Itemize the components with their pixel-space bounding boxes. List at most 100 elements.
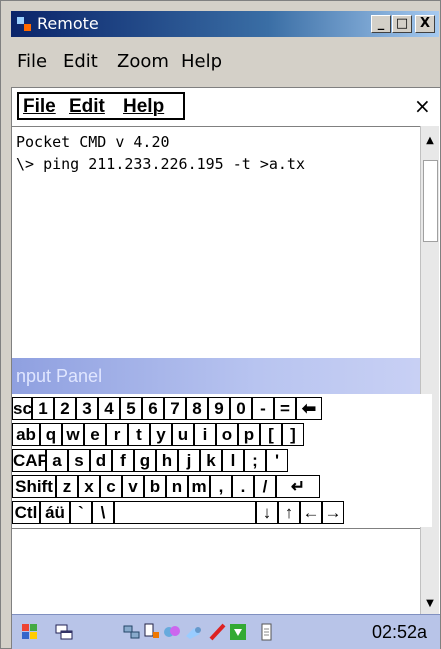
key-equals[interactable]: = — [274, 397, 296, 420]
keyboard-row-3: CAP a s d f g h j k l ; ' — [12, 448, 432, 473]
key-8[interactable]: 8 — [186, 397, 208, 420]
scroll-thumb[interactable] — [423, 160, 438, 242]
key-q[interactable]: q — [40, 423, 62, 446]
key-arrow-left[interactable]: ← — [300, 501, 322, 524]
key-6[interactable]: 6 — [142, 397, 164, 420]
key-quote[interactable]: ' — [266, 449, 288, 472]
key-x[interactable]: x — [78, 475, 100, 498]
key-o[interactable]: o — [216, 423, 238, 446]
window-menubar: File Edit Zoom Help — [11, 45, 439, 73]
start-flag-icon[interactable] — [20, 622, 40, 642]
key-y[interactable]: y — [150, 423, 172, 446]
key-space[interactable] — [114, 501, 256, 524]
key-shift[interactable]: Shift — [12, 475, 56, 498]
remote-window: Remote _ □ X File Edit Zoom Help File Ed… — [0, 0, 441, 649]
key-l[interactable]: l — [222, 449, 244, 472]
windows-icon[interactable] — [54, 622, 74, 642]
key-arrow-down[interactable]: ↓ — [256, 501, 278, 524]
key-n[interactable]: n — [166, 475, 188, 498]
key-international[interactable]: áü — [40, 501, 70, 524]
key-f[interactable]: f — [112, 449, 134, 472]
scroll-down-icon[interactable]: ▼ — [421, 594, 439, 614]
key-i[interactable]: i — [194, 423, 216, 446]
key-backspace[interactable]: ⬅ — [296, 397, 322, 420]
title-bar[interactable]: Remote _ □ X — [11, 11, 439, 37]
key-w[interactable]: w — [62, 423, 84, 446]
keyboard-row-4: Shift z x c v b n m , . / ↵ — [12, 474, 432, 499]
vertical-scrollbar[interactable]: ▲ ▼ — [420, 126, 439, 614]
key-e[interactable]: e — [84, 423, 106, 446]
key-7[interactable]: 7 — [164, 397, 186, 420]
key-open-bracket[interactable]: [ — [260, 423, 282, 446]
key-minus[interactable]: - — [252, 397, 274, 420]
menu-help[interactable]: Help — [181, 51, 222, 72]
key-period[interactable]: . — [232, 475, 254, 498]
key-z[interactable]: z — [56, 475, 78, 498]
pen-icon[interactable] — [208, 622, 228, 642]
key-comma[interactable]: , — [210, 475, 232, 498]
paint-icon[interactable] — [184, 622, 204, 642]
scroll-up-icon[interactable]: ▲ — [421, 126, 439, 156]
clock[interactable]: 02:52a — [372, 622, 427, 643]
key-b[interactable]: b — [144, 475, 166, 498]
key-3[interactable]: 3 — [76, 397, 98, 420]
key-semicolon[interactable]: ; — [244, 449, 266, 472]
device-menu-box: File Edit Help — [17, 92, 185, 120]
device-close-icon[interactable]: × — [414, 94, 431, 118]
device-menu-help[interactable]: Help — [123, 96, 164, 118]
network-icon[interactable] — [122, 622, 142, 642]
key-a[interactable]: a — [46, 449, 68, 472]
device-menu-edit[interactable]: Edit — [69, 96, 105, 118]
key-ctrl[interactable]: Ctl — [12, 501, 40, 524]
key-0[interactable]: 0 — [230, 397, 252, 420]
download-icon[interactable] — [228, 622, 248, 642]
window-title: Remote — [37, 14, 99, 33]
menu-file[interactable]: File — [17, 51, 47, 72]
key-caps[interactable]: CAP — [12, 449, 46, 472]
minimize-button[interactable]: _ — [371, 15, 391, 33]
key-r[interactable]: r — [106, 423, 128, 446]
key-4[interactable]: 4 — [98, 397, 120, 420]
soft-keyboard: sc 1 2 3 4 5 6 7 8 9 0 - = ⬅ ab q w e r — [12, 394, 432, 527]
key-u[interactable]: u — [172, 423, 194, 446]
console-output[interactable]: Pocket CMD v 4.20 \> ping 211.233.226.19… — [12, 126, 420, 357]
key-2[interactable]: 2 — [54, 397, 76, 420]
menu-edit[interactable]: Edit — [63, 51, 98, 72]
key-9[interactable]: 9 — [208, 397, 230, 420]
sync-icon[interactable] — [142, 622, 162, 642]
key-s[interactable]: s — [68, 449, 90, 472]
key-t[interactable]: t — [128, 423, 150, 446]
maximize-button[interactable]: □ — [392, 15, 412, 33]
keyboard-row-2: ab q w e r t y u i o p [ ] — [12, 422, 432, 447]
key-tab[interactable]: ab — [12, 423, 40, 446]
key-arrow-up[interactable]: ↑ — [278, 501, 300, 524]
app-icon — [17, 17, 31, 31]
device-menubar: File Edit Help × — [12, 88, 440, 126]
device-menu-file[interactable]: File — [23, 96, 56, 118]
key-5[interactable]: 5 — [120, 397, 142, 420]
key-p[interactable]: p — [238, 423, 260, 446]
key-k[interactable]: k — [200, 449, 222, 472]
key-v[interactable]: v — [122, 475, 144, 498]
console-line: Pocket CMD v 4.20 — [16, 133, 170, 151]
close-button[interactable]: X — [415, 15, 435, 33]
connection-icon[interactable] — [162, 622, 182, 642]
menu-zoom[interactable]: Zoom — [117, 51, 169, 72]
key-c[interactable]: c — [100, 475, 122, 498]
key-h[interactable]: h — [156, 449, 178, 472]
key-arrow-right[interactable]: → — [322, 501, 344, 524]
key-1[interactable]: 1 — [32, 397, 54, 420]
key-enter[interactable]: ↵ — [276, 475, 320, 498]
key-backslash[interactable]: \ — [92, 501, 114, 524]
key-esc[interactable]: sc — [12, 397, 32, 420]
console-lower-area — [12, 528, 420, 615]
key-slash[interactable]: / — [254, 475, 276, 498]
key-d[interactable]: d — [90, 449, 112, 472]
key-close-bracket[interactable]: ] — [282, 423, 304, 446]
input-panel-label: nput Panel — [16, 366, 103, 386]
key-m[interactable]: m — [188, 475, 210, 498]
console-line: \> ping 211.233.226.195 -t >a.tx — [16, 155, 305, 173]
key-g[interactable]: g — [134, 449, 156, 472]
key-j[interactable]: j — [178, 449, 200, 472]
key-backtick[interactable]: ` — [70, 501, 92, 524]
